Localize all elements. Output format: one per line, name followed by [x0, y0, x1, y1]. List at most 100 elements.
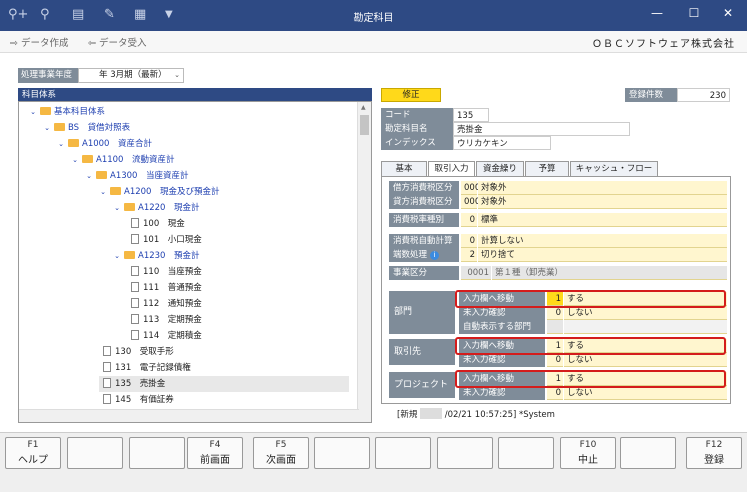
project-row-code[interactable]: 0: [547, 386, 563, 400]
function-key-5[interactable]: F5 次画面: [253, 437, 309, 469]
receive-data-button[interactable]: ⇦ データ受入: [88, 35, 147, 49]
expand-toggle-icon[interactable]: ⌄: [113, 248, 121, 264]
function-key-label: 中止: [578, 455, 598, 466]
tree-item[interactable]: 135 売掛金: [99, 376, 349, 392]
tree-item[interactable]: 131 電子記録債権: [99, 360, 191, 376]
expand-toggle-icon[interactable]: ⌄: [43, 120, 51, 136]
document-icon: [103, 346, 111, 356]
tree-item[interactable]: 113 定期預金: [127, 312, 202, 328]
expand-toggle-icon[interactable]: ⌄: [85, 168, 93, 184]
bumon-row-code[interactable]: [547, 320, 563, 334]
tree-item[interactable]: 145 有価証券: [99, 392, 174, 408]
company-name: ＯＢＣソフトウェア株式会社: [592, 39, 735, 50]
tax-row-code[interactable]: 0: [461, 213, 477, 227]
tree-node-label: 130 受取手形: [115, 347, 174, 357]
tree-vertical-scrollbar[interactable]: ▲: [357, 102, 371, 422]
tree-item[interactable]: 114 定期積金: [127, 328, 202, 344]
function-key-7[interactable]: [375, 437, 431, 469]
tree-folder[interactable]: ⌄ BS 貸借対照表: [43, 120, 130, 136]
tab-3[interactable]: 予算: [525, 161, 569, 176]
name-input[interactable]: 売掛金: [453, 122, 630, 136]
tax-row-code[interactable]: 0000: [461, 195, 486, 209]
tree-folder[interactable]: ⌄ A1300 当座資産計: [85, 168, 188, 184]
tab-2[interactable]: 資金繰り: [476, 161, 524, 176]
tree-node-label: 131 電子記録債権: [115, 363, 191, 373]
tax-row-code[interactable]: 0000: [461, 181, 486, 195]
bumon-row-label: 未入力確認: [459, 306, 545, 320]
tab-4[interactable]: キャッシュ・フロー: [570, 161, 658, 176]
highlight-customer-move: [455, 337, 726, 355]
function-key-bar: F1 ヘルプ F4 前画面 F5 次画面 F10 中止 F12 登録: [0, 432, 747, 492]
expand-toggle-icon[interactable]: ⌄: [71, 152, 79, 168]
tree-folder[interactable]: ⌄ 基本科目体系: [29, 104, 105, 120]
document-icon: [131, 314, 139, 324]
record-timestamp: /02/21 10:57:25]: [444, 410, 517, 420]
function-key-label: ヘルプ: [18, 455, 48, 466]
index-label: インデックス: [381, 136, 453, 150]
function-key-3[interactable]: [129, 437, 185, 469]
function-key-12[interactable]: F12 登録: [686, 437, 742, 469]
tree-node-label: A1000 資産合計: [82, 139, 152, 149]
expand-toggle-icon[interactable]: ⌄: [57, 136, 65, 152]
fiscal-year-select[interactable]: 年 3月期（最新） ⌄: [78, 68, 184, 83]
bumon-row-value: [564, 320, 727, 334]
function-key-11[interactable]: [620, 437, 676, 469]
tree-item[interactable]: 100 現金: [127, 216, 185, 232]
tree-node-label: 112 通知預金: [143, 299, 202, 309]
scroll-thumb[interactable]: [360, 115, 369, 135]
tax-row-value: 標準: [478, 213, 727, 227]
highlight-project-move: [455, 370, 726, 388]
record-info: [新規 /02/21 10:57:25] *System: [397, 408, 555, 420]
tab-1[interactable]: 取引入力: [428, 161, 475, 177]
document-icon: [131, 282, 139, 292]
tax-row-label: 借方消費税区分: [389, 181, 459, 195]
index-input[interactable]: ウリカケキン: [453, 136, 551, 150]
create-data-button[interactable]: ⇨ データ作成: [10, 35, 69, 49]
minimize-icon[interactable]: —: [647, 6, 667, 24]
tax-row-code[interactable]: 0: [461, 234, 477, 248]
tree-item[interactable]: 112 通知預金: [127, 296, 202, 312]
tree-item[interactable]: 110 当座預金: [127, 264, 202, 280]
tree-horizontal-scrollbar[interactable]: [19, 409, 359, 422]
tree-node-label: BS 貸借対照表: [68, 123, 131, 133]
tree-item[interactable]: 111 普通預金: [127, 280, 202, 296]
function-key-1[interactable]: F1 ヘルプ: [5, 437, 61, 469]
tree-folder[interactable]: ⌄ A1220 現金計: [113, 200, 199, 216]
tree-folder[interactable]: ⌄ A1000 資産合計: [57, 136, 152, 152]
maximize-icon[interactable]: ☐: [684, 6, 704, 24]
function-key-label: 前画面: [200, 455, 230, 466]
function-key-number: F10: [579, 440, 597, 450]
tree-folder[interactable]: ⌄ A1200 現金及び預金計: [99, 184, 219, 200]
tree-node-label: A1300 当座資産計: [110, 171, 189, 181]
function-key-6[interactable]: [314, 437, 370, 469]
tab-0[interactable]: 基本: [381, 161, 427, 176]
scroll-up-icon[interactable]: ▲: [361, 104, 366, 111]
code-input[interactable]: 135: [453, 108, 489, 122]
torihiki-row-code[interactable]: 0: [547, 353, 563, 367]
function-key-9[interactable]: [498, 437, 554, 469]
tree-item[interactable]: 101 小口現金: [127, 232, 202, 248]
function-key-10[interactable]: F10 中止: [560, 437, 616, 469]
tax-row-label: 事業区分: [389, 266, 459, 280]
project-group-label: プロジェクト: [389, 372, 455, 398]
expand-toggle-icon[interactable]: ⌄: [113, 200, 121, 216]
info-icon[interactable]: i: [430, 251, 440, 260]
tree-node-label: 111 普通預金: [143, 283, 202, 293]
tree-folder[interactable]: ⌄ A1100 流動資産計: [71, 152, 174, 168]
expand-toggle-icon[interactable]: ⌄: [99, 184, 107, 200]
folder-icon: [82, 155, 93, 163]
tree-folder[interactable]: ⌄ A1230 預金計: [113, 248, 199, 264]
tree-item[interactable]: 130 受取手形: [99, 344, 174, 360]
account-tree[interactable]: ⌄ 基本科目体系 ⌄ BS 貸借対照表 ⌄ A1000 資産合計 ⌄ A1100 流動資産計 ⌄…: [18, 101, 372, 423]
function-key-4[interactable]: F4 前画面: [187, 437, 243, 469]
function-key-2[interactable]: [67, 437, 123, 469]
tax-row-code[interactable]: 2: [461, 248, 477, 262]
function-key-8[interactable]: [437, 437, 493, 469]
close-icon[interactable]: ✕: [718, 6, 738, 24]
expand-toggle-icon[interactable]: ⌄: [29, 104, 37, 120]
document-icon: [131, 298, 139, 308]
tree-node-label: 100 現金: [143, 219, 185, 229]
document-icon: [131, 330, 139, 340]
bumon-row-code[interactable]: 0: [547, 306, 563, 320]
tax-row-code[interactable]: 0001: [461, 266, 491, 280]
